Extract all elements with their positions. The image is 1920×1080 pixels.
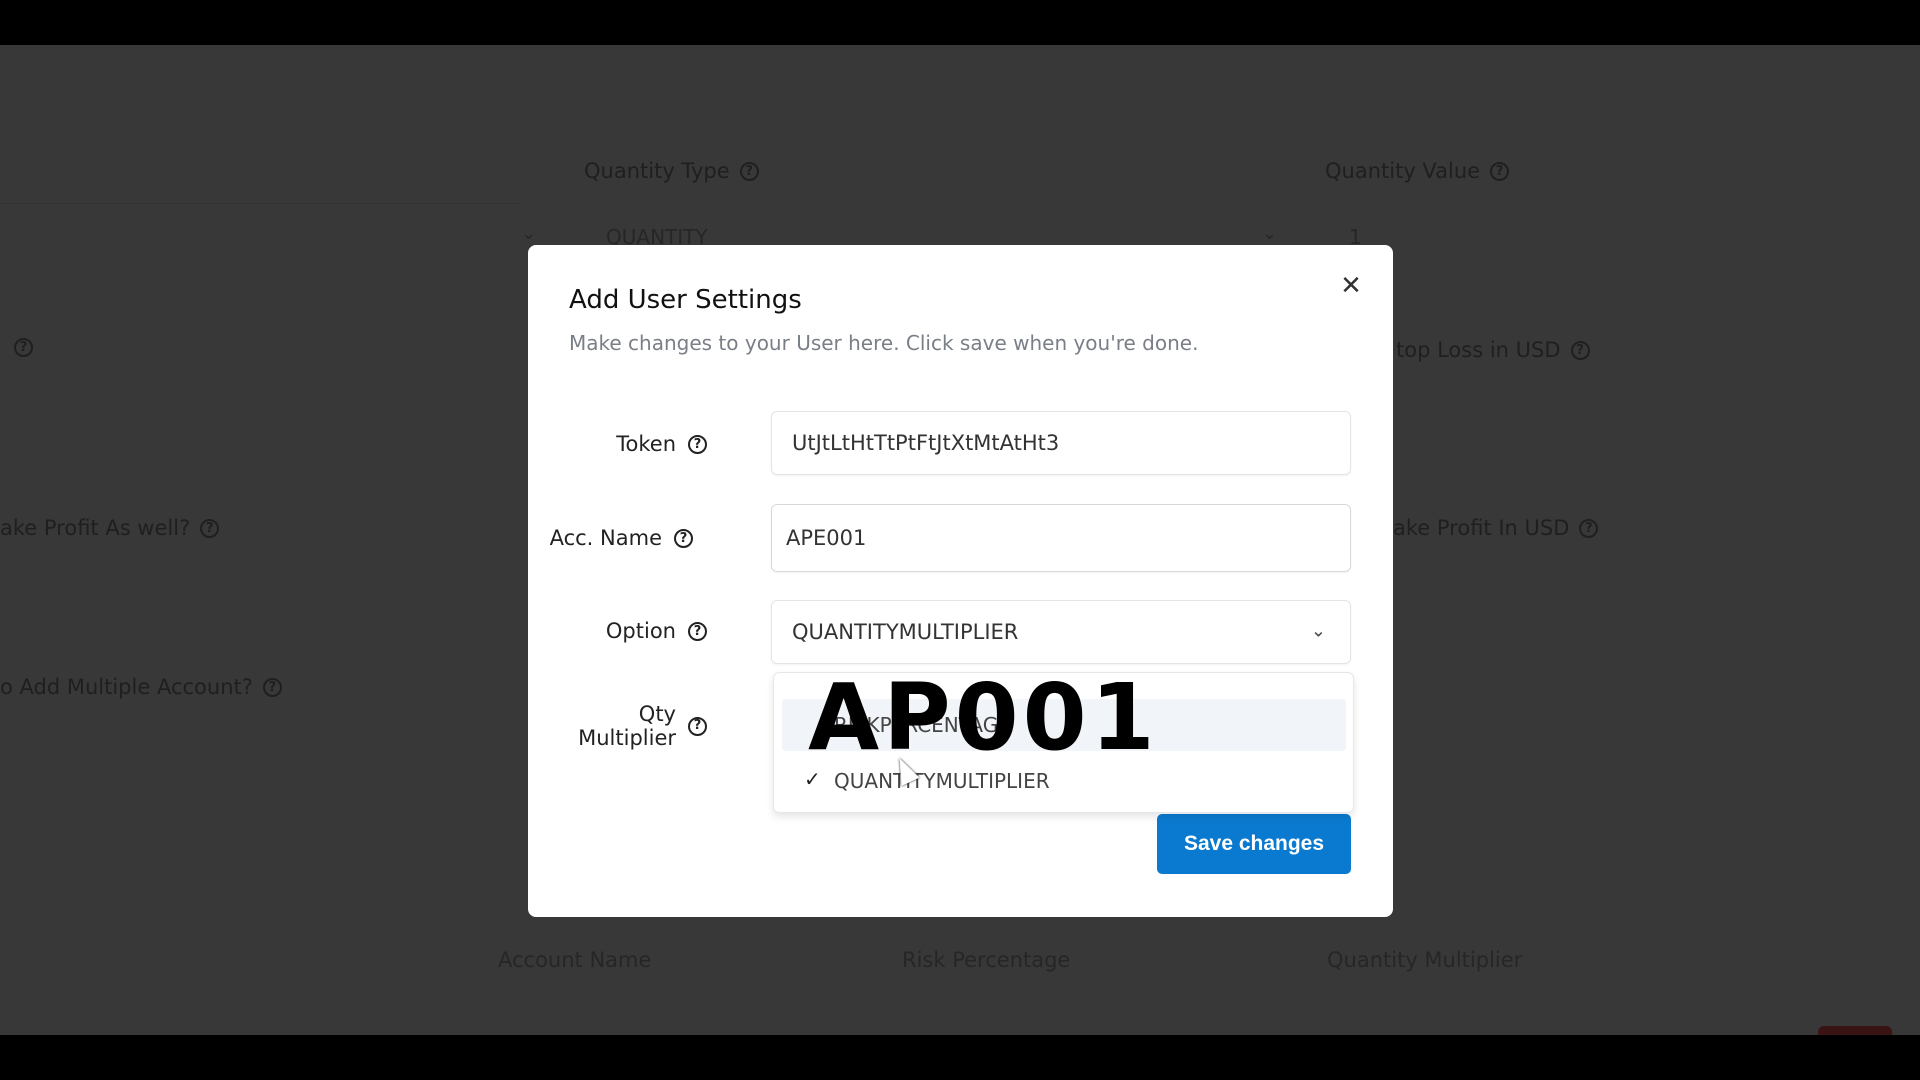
option-label: Option? xyxy=(606,619,707,643)
multiple-account-label: o Add Multiple Account?? xyxy=(0,675,282,699)
quantity-type-label: Quantity Type? xyxy=(584,159,759,183)
help-icon: ? xyxy=(739,161,759,181)
acc-name-input[interactable]: APE001 xyxy=(771,504,1351,572)
quantity-value-label: Quantity Value? xyxy=(1325,159,1510,183)
help-icon[interactable]: ? xyxy=(688,716,707,736)
token-label: Token? xyxy=(616,432,707,456)
dialog-subtitle: Make changes to your User here. Click sa… xyxy=(569,331,1199,355)
help-icon: ? xyxy=(1579,518,1599,538)
help-icon: ? xyxy=(1570,340,1590,360)
table-header-risk-percentage: Risk Percentage xyxy=(902,948,1071,972)
help-icon: ? xyxy=(200,518,220,538)
letterbox-top xyxy=(0,0,1920,45)
delete-button[interactable] xyxy=(1818,1026,1892,1035)
close-icon[interactable]: ✕ xyxy=(1336,271,1366,301)
take-profit-label: ake Profit As well?? xyxy=(0,516,220,540)
chevron-down-icon: ⌄ xyxy=(1310,620,1326,642)
help-icon: ? xyxy=(1490,161,1510,181)
qty-multiplier-label: Qty Multiplier? xyxy=(578,702,707,750)
help-icon[interactable]: ? xyxy=(674,528,693,548)
help-icon: ? xyxy=(262,677,282,697)
dialog-title: Add User Settings xyxy=(569,285,802,315)
chevron-down-icon: ⌄ xyxy=(1262,223,1278,244)
table-header-quantity-multiplier: Quantity Multiplier xyxy=(1327,948,1523,972)
option-select[interactable]: QUANTITYMULTIPLIER ⌄ xyxy=(771,600,1351,664)
help-icon[interactable]: ? xyxy=(688,621,707,641)
take-profit-usd-label: ake Profit In USD? xyxy=(1393,516,1599,540)
video-caption-overlay: AP001 xyxy=(808,664,1159,771)
chevron-down-icon: ⌄ xyxy=(521,223,537,244)
acc-name-label: Acc. Name? xyxy=(550,526,693,550)
help-icon-left: ? xyxy=(14,338,33,357)
table-header-account-name: Account Name xyxy=(498,948,652,972)
add-user-settings-dialog: Add User Settings Make changes to your U… xyxy=(528,245,1393,917)
stop-loss-label: top Loss in USD? xyxy=(1396,338,1590,362)
save-changes-button[interactable]: Save changes xyxy=(1157,814,1351,874)
token-input[interactable]: UtJtLtHtTtPtFtJtXtMtAtHt3 xyxy=(771,411,1351,475)
help-icon[interactable]: ? xyxy=(688,434,707,454)
help-icon: ? xyxy=(14,338,33,357)
letterbox-bottom xyxy=(0,1035,1920,1080)
